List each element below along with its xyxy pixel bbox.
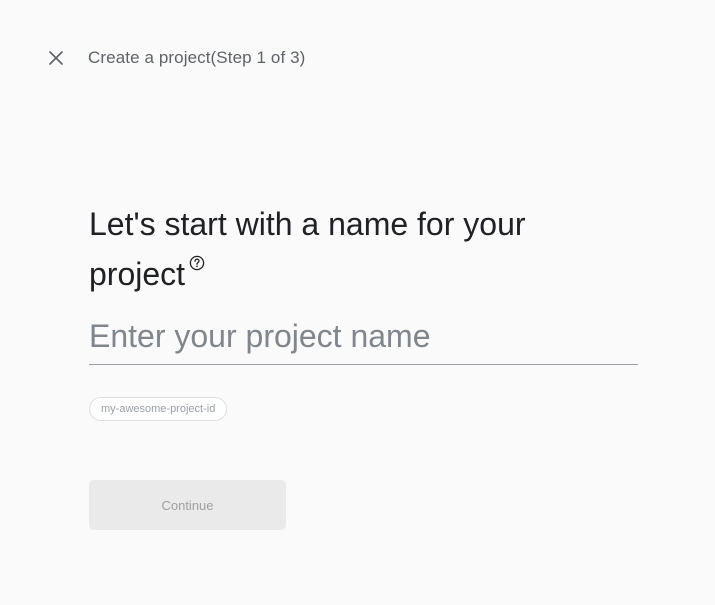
close-icon[interactable] xyxy=(44,46,68,70)
project-name-input[interactable] xyxy=(89,312,638,360)
heading-text: Let's start with a name for your project xyxy=(89,206,526,293)
step-title: Create a project(Step 1 of 3) xyxy=(88,48,306,67)
page-heading: Let's start with a name for your project xyxy=(89,199,549,299)
continue-button[interactable]: Continue xyxy=(89,480,286,530)
help-circle-icon[interactable] xyxy=(189,255,205,271)
project-id-chip[interactable]: my-awesome-project-id xyxy=(89,397,228,421)
project-name-field xyxy=(89,312,638,365)
header: Create a project(Step 1 of 3) xyxy=(44,44,305,72)
